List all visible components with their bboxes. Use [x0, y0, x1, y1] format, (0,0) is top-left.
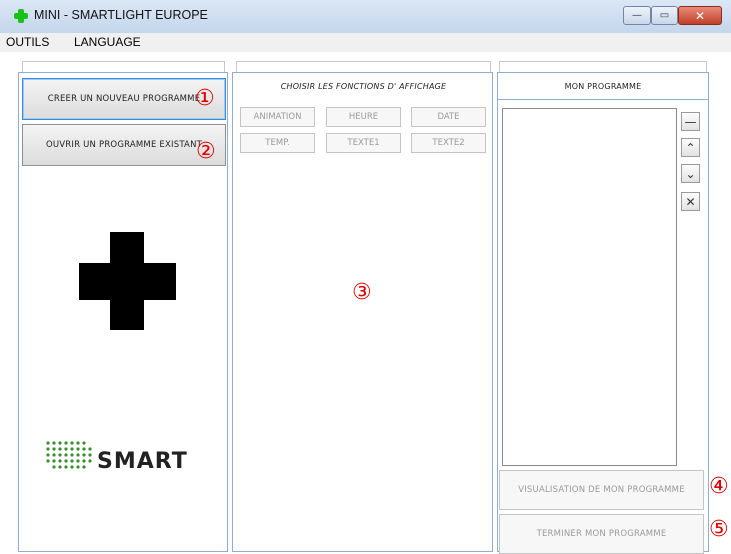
my-program-title: MON PROGRAMME: [564, 82, 642, 91]
annotation-5: ⑤: [709, 517, 729, 542]
title-bar: MINI - SMARTLIGHT EUROPE — ▭ ✕: [0, 0, 731, 33]
maximize-button[interactable]: ▭: [651, 6, 678, 25]
annotation-1: ①: [195, 86, 215, 111]
function-heure-button[interactable]: HEURE: [326, 107, 401, 127]
window-title: MINI - SMARTLIGHT EUROPE: [34, 8, 208, 22]
delete-item-button[interactable]: ✕: [681, 192, 700, 211]
close-button[interactable]: ✕: [678, 6, 722, 25]
function-texte2-button[interactable]: TEXTE2: [411, 133, 486, 153]
green-plus-icon: [14, 9, 28, 23]
smart-logo-text: SMART: [97, 449, 188, 474]
function-texte1-button[interactable]: TEXTE1: [326, 133, 401, 153]
right-panel-divider: [497, 99, 709, 100]
functions-title: CHOISIR LES FONCTIONS D' AFFICHAGE: [280, 82, 447, 91]
move-down-button[interactable]: ⌄: [681, 164, 700, 183]
program-list[interactable]: [502, 108, 677, 466]
minus-icon: —: [684, 114, 697, 129]
menu-bar: OUTILS LANGUAGE: [0, 33, 731, 52]
annotation-4: ④: [709, 474, 729, 499]
chevron-up-icon: ⌃: [685, 140, 696, 155]
function-animation-button[interactable]: ANIMATION: [240, 107, 315, 127]
plus-logo-horizontal: [79, 263, 176, 300]
client-area: CREER UN NOUVEAU PROGRAMME OUVRIR UN PRO…: [0, 52, 731, 554]
annotation-3: ③: [352, 280, 372, 305]
function-date-button[interactable]: DATE: [411, 107, 486, 127]
annotation-2: ②: [196, 139, 216, 164]
smart-logo-dots-icon: [46, 441, 92, 469]
preview-program-button[interactable]: VISUALISATION DE MON PROGRAMME: [499, 470, 704, 510]
menu-language[interactable]: LANGUAGE: [74, 35, 141, 49]
finish-program-button[interactable]: TERMINER MON PROGRAMME: [499, 514, 704, 554]
close-icon: ✕: [685, 194, 696, 209]
remove-item-button[interactable]: —: [681, 112, 700, 131]
function-temp-button[interactable]: TEMP.: [240, 133, 315, 153]
menu-outils[interactable]: OUTILS: [6, 35, 49, 49]
minimize-button[interactable]: —: [623, 6, 651, 25]
move-up-button[interactable]: ⌃: [681, 138, 700, 157]
chevron-down-icon: ⌄: [685, 166, 696, 181]
